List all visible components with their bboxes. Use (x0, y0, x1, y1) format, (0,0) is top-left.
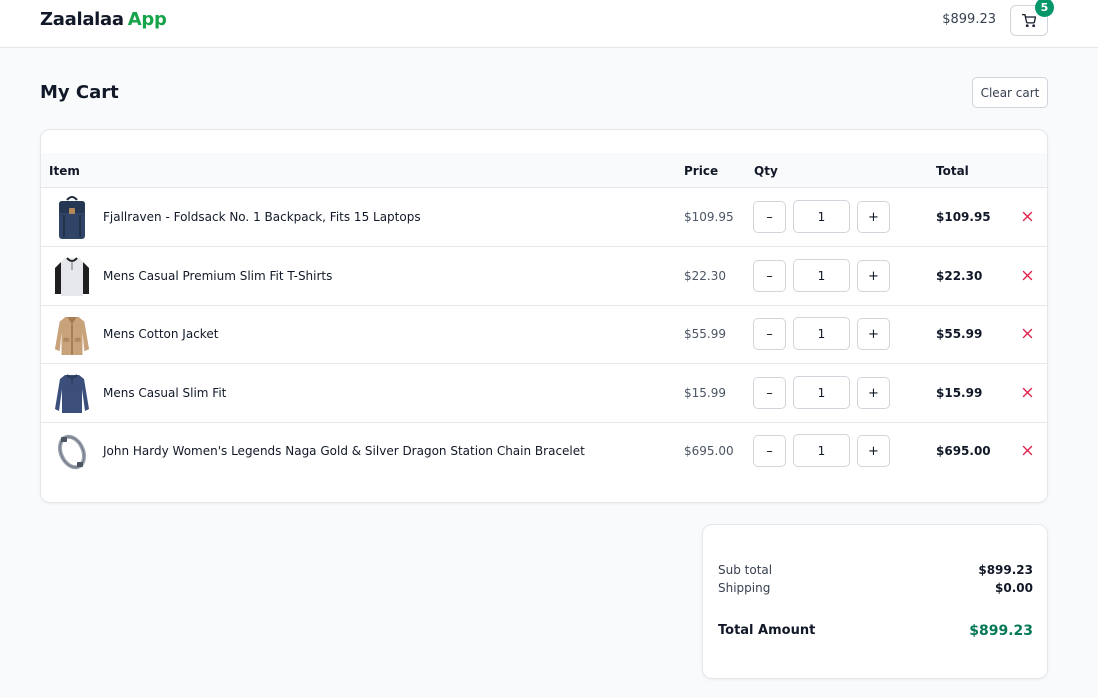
page-title: My Cart (40, 82, 119, 103)
product-name[interactable]: Fjallraven - Foldsack No. 1 Backpack, Fi… (103, 210, 421, 224)
row-total: $55.99 (936, 327, 983, 341)
product-name[interactable]: Mens Casual Premium Slim Fit T-Shirts (103, 269, 332, 283)
close-icon (1022, 270, 1032, 280)
remove-item-button[interactable] (1019, 208, 1035, 224)
total-amount-value: $899.23 (969, 623, 1033, 639)
product-name[interactable]: Mens Cotton Jacket (103, 327, 218, 341)
increase-qty-button[interactable]: + (857, 377, 890, 409)
increase-qty-button[interactable]: + (857, 318, 890, 350)
product-price: $22.30 (684, 269, 726, 283)
shipping-value: $0.00 (995, 581, 1033, 595)
cart-count-badge: 5 (1035, 0, 1054, 17)
close-icon (1022, 328, 1032, 338)
product-price: $695.00 (684, 444, 734, 458)
backpack-image (53, 195, 91, 241)
product-name[interactable]: Mens Casual Slim Fit (103, 386, 226, 400)
decrease-qty-button[interactable]: – (753, 260, 786, 292)
product-price: $15.99 (684, 386, 726, 400)
bracelet-image (53, 429, 91, 475)
decrease-qty-button[interactable]: – (753, 435, 786, 467)
tshirt-image (53, 254, 91, 300)
product-name[interactable]: John Hardy Women's Legends Naga Gold & S… (103, 444, 585, 458)
decrease-qty-button[interactable]: – (753, 318, 786, 350)
increase-qty-button[interactable]: + (857, 201, 890, 233)
app-name-accent: App (127, 9, 167, 30)
row-total: $695.00 (936, 444, 991, 458)
remove-item-button[interactable] (1019, 442, 1035, 458)
close-icon (1022, 387, 1032, 397)
column-header-price: Price (684, 164, 719, 178)
subtotal-value: $899.23 (978, 563, 1033, 577)
close-icon (1022, 445, 1032, 455)
quantity-input[interactable] (793, 200, 850, 233)
app-name: Zaalalaa (40, 9, 124, 30)
quantity-input[interactable] (793, 259, 850, 292)
table-row: Fjallraven - Foldsack No. 1 Backpack, Fi… (41, 188, 1047, 247)
increase-qty-button[interactable]: + (857, 260, 890, 292)
decrease-qty-button[interactable]: – (753, 201, 786, 233)
column-header-qty: Qty (754, 164, 778, 178)
row-total: $15.99 (936, 386, 983, 400)
shipping-label: Shipping (718, 581, 771, 595)
cart-icon (1022, 14, 1036, 27)
table-row: Mens Cotton Jacket $55.99 – + $55.99 (41, 305, 1047, 364)
longsleeve-image (53, 371, 91, 417)
app-logo[interactable]: Zaalalaa App (40, 9, 167, 30)
close-icon (1022, 211, 1032, 221)
row-total: $109.95 (936, 210, 991, 224)
remove-item-button[interactable] (1019, 267, 1035, 283)
order-summary: Sub total $899.23 Shipping $0.00 Total A… (702, 524, 1048, 679)
table-row: John Hardy Women's Legends Naga Gold & S… (41, 422, 1047, 481)
remove-item-button[interactable] (1019, 384, 1035, 400)
navbar: Zaalalaa App $899.23 5 (0, 0, 1098, 48)
remove-item-button[interactable] (1019, 325, 1035, 341)
table-row: Mens Casual Slim Fit $15.99 – + $15.99 (41, 364, 1047, 423)
increase-qty-button[interactable]: + (857, 435, 890, 467)
quantity-input[interactable] (793, 317, 850, 350)
product-price: $55.99 (684, 327, 726, 341)
clear-cart-button[interactable]: Clear cart (972, 77, 1048, 108)
decrease-qty-button[interactable]: – (753, 377, 786, 409)
row-total: $22.30 (936, 269, 983, 283)
product-price: $109.95 (684, 210, 734, 224)
total-amount-label: Total Amount (718, 623, 816, 638)
jacket-image (53, 312, 91, 358)
quantity-input[interactable] (793, 434, 850, 467)
quantity-input[interactable] (793, 376, 850, 409)
table-row: Mens Casual Premium Slim Fit T-Shirts $2… (41, 247, 1047, 306)
column-header-item: Item (49, 164, 80, 178)
column-header-total: Total (936, 164, 969, 178)
cart-table: Item Price Qty Total Fjallraven - Foldsa… (40, 129, 1048, 503)
table-header: Item Price Qty Total (41, 153, 1047, 188)
header-cart-total: $899.23 (942, 12, 996, 27)
subtotal-label: Sub total (718, 563, 773, 577)
